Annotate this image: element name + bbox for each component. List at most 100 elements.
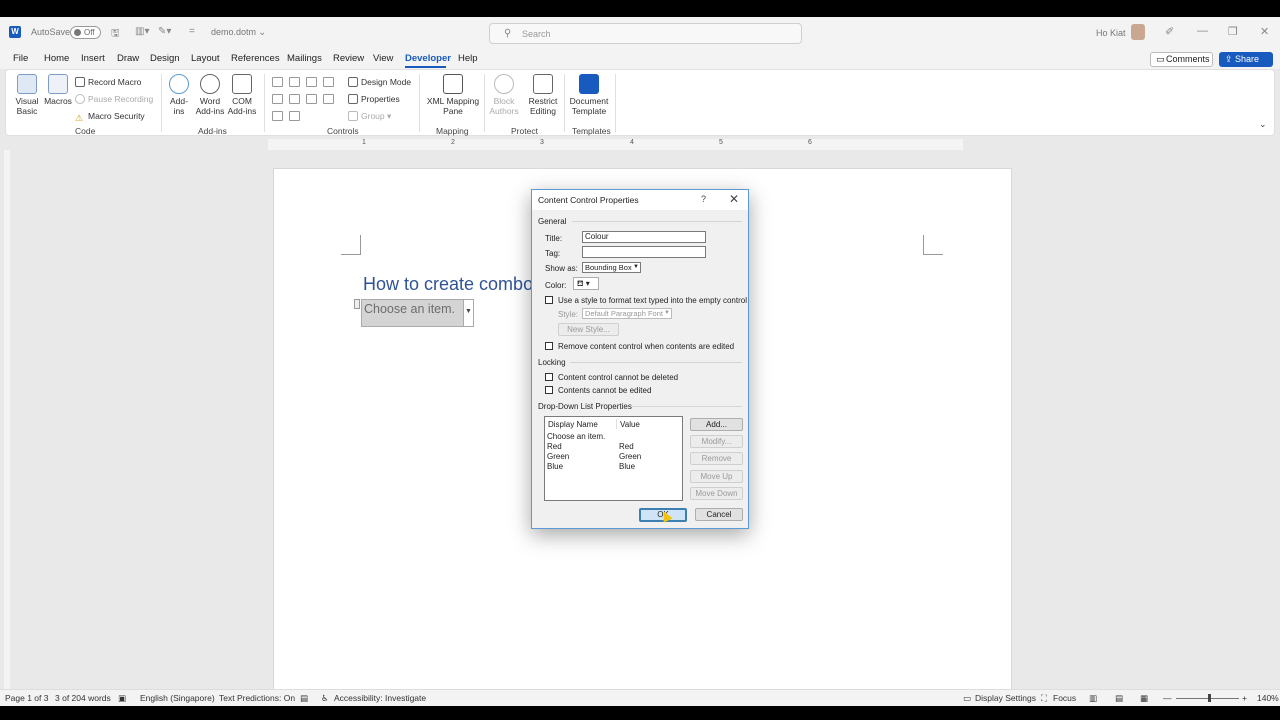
read-mode-icon[interactable]: ▥ [1089,693,1097,704]
pause-recording-button[interactable]: Pause Recording [75,94,153,104]
share-button[interactable]: ⇪ Share [1219,52,1273,67]
layout-icon[interactable]: ▥▾ [135,26,149,37]
building-block-control-icon[interactable] [323,77,334,87]
move-up-button[interactable]: Move Up [690,470,743,483]
visual-basic-button[interactable]: Visual Basic [12,74,42,116]
list-item[interactable]: Green Green [547,452,641,461]
list-item[interactable]: Choose an item. [547,432,605,441]
autosave-toggle[interactable]: Off [70,26,101,39]
restore-icon[interactable]: ❐ [1228,25,1238,38]
checkbox-control-icon[interactable] [272,94,283,104]
help-icon[interactable]: ? [701,194,706,204]
dropdown-list[interactable]: Display Name Value Choose an item. Red R… [544,416,683,501]
dropdown-control-icon[interactable] [306,94,317,104]
language[interactable]: English (Singapore) [140,693,215,703]
legacy-tools-icon[interactable] [289,111,300,121]
horizontal-ruler[interactable]: 1 2 3 4 5 6 [268,139,963,150]
tag-field[interactable] [582,246,706,258]
word-count[interactable]: 3 of 204 words [55,693,111,703]
list-header-value[interactable]: Value [620,420,640,429]
new-style-button[interactable]: New Style... [558,323,619,336]
com-addins-button[interactable]: COM Add-ins [227,74,257,116]
addins-button[interactable]: Add-ins [165,74,193,116]
avatar[interactable] [1131,24,1145,40]
zoom-level[interactable]: 140% [1257,693,1279,703]
column-divider[interactable] [616,419,617,429]
user-name[interactable]: Ho Kiat [1096,28,1126,38]
tab-developer[interactable]: Developer [405,53,451,64]
tab-draw[interactable]: Draw [117,53,139,64]
restrict-editing-button[interactable]: Restrict Editing [527,74,559,116]
macro-record-icon[interactable]: ▤ [300,693,308,704]
show-as-select[interactable]: Bounding Box ▼ [582,262,641,273]
xml-mapping-pane-button[interactable]: XML Mapping Pane [424,74,482,116]
tab-help[interactable]: Help [458,53,478,64]
chevron-down-icon[interactable]: ▼ [463,300,473,326]
page-count[interactable]: Page 1 of 3 [5,693,48,703]
record-macro-button[interactable]: Record Macro [75,77,141,87]
customize-toolbar-icon[interactable]: = [189,26,195,37]
repeating-section-control-icon[interactable] [272,111,283,121]
tab-references[interactable]: References [231,53,280,64]
chevron-down-icon[interactable]: ⌄ [258,27,266,38]
list-item[interactable]: Red Red [547,442,634,451]
date-picker-control-icon[interactable] [323,94,334,104]
list-header-display[interactable]: Display Name [548,420,598,429]
tab-insert[interactable]: Insert [81,53,105,64]
color-picker-button[interactable]: ⛾ ▾ [573,277,599,290]
tab-layout[interactable]: Layout [191,53,220,64]
rich-text-control-icon[interactable] [272,77,283,87]
tab-design[interactable]: Design [150,53,180,64]
picture-control-icon[interactable] [306,77,317,87]
search-input[interactable]: ⚲ Search [489,23,802,44]
tab-file[interactable]: File [13,53,28,64]
cancel-button[interactable]: Cancel [695,508,743,521]
zoom-in-icon[interactable]: + [1242,693,1247,703]
macro-security-button[interactable]: ⚠ Macro Security [75,111,145,123]
remove-button[interactable]: Remove [690,452,743,465]
focus-mode[interactable]: Focus [1053,693,1076,703]
style-select[interactable]: Default Paragraph Font ▼ [582,308,672,319]
move-down-button[interactable]: Move Down [690,487,743,500]
cannot-edit-checkbox[interactable] [545,386,553,394]
design-mode-button[interactable]: Design Mode [348,77,411,87]
comments-button[interactable]: ▭ Comments [1150,52,1213,67]
text-predictions[interactable]: Text Predictions: On [219,693,295,703]
minimize-icon[interactable]: — [1197,25,1208,37]
draw-icon[interactable]: ✎▾ [158,26,171,37]
group-button[interactable]: Group ▾ [348,111,391,122]
tab-home[interactable]: Home [44,53,69,64]
vertical-ruler[interactable] [4,150,10,695]
tab-view[interactable]: View [373,53,393,64]
document-heading[interactable]: How to create combo [363,274,533,295]
dialog-title-bar[interactable]: Content Control Properties ? ✕ [532,190,748,210]
plain-text-control-icon[interactable] [289,77,300,87]
document-name[interactable]: demo.dotm [211,27,256,37]
add-button[interactable]: Add... [690,418,743,431]
use-style-checkbox[interactable] [545,296,553,304]
combobox-control-icon[interactable] [289,94,300,104]
zoom-slider-thumb[interactable] [1208,694,1211,702]
remove-control-checkbox[interactable] [545,342,553,350]
pen-icon[interactable]: ✐ [1165,25,1174,38]
list-item[interactable]: Blue Blue [547,462,635,471]
tab-mailings[interactable]: Mailings [287,53,322,64]
print-layout-icon[interactable]: ▤ [1115,693,1123,704]
macros-button[interactable]: Macros [43,74,73,106]
cannot-delete-checkbox[interactable] [545,373,553,381]
combo-box-content-control[interactable]: Choose an item. ▼ [361,299,474,327]
close-icon[interactable]: ✕ [729,192,739,206]
proofing-icon[interactable]: ▣ [118,693,126,704]
content-control-handle[interactable] [354,299,360,309]
block-authors-button[interactable]: Block Authors [489,74,519,116]
properties-button[interactable]: Properties [348,94,400,104]
tab-review[interactable]: Review [333,53,364,64]
word-addins-button[interactable]: Word Add-ins [195,74,225,116]
document-template-button[interactable]: Document Template [568,74,610,116]
web-layout-icon[interactable]: ▦ [1140,693,1148,704]
zoom-out-icon[interactable]: — [1163,693,1172,703]
modify-button[interactable]: Modify... [690,435,743,448]
collapse-ribbon-icon[interactable]: ⌄ [1259,119,1267,130]
accessibility-status[interactable]: Accessibility: Investigate [334,693,426,703]
close-icon[interactable]: ✕ [1260,25,1269,38]
